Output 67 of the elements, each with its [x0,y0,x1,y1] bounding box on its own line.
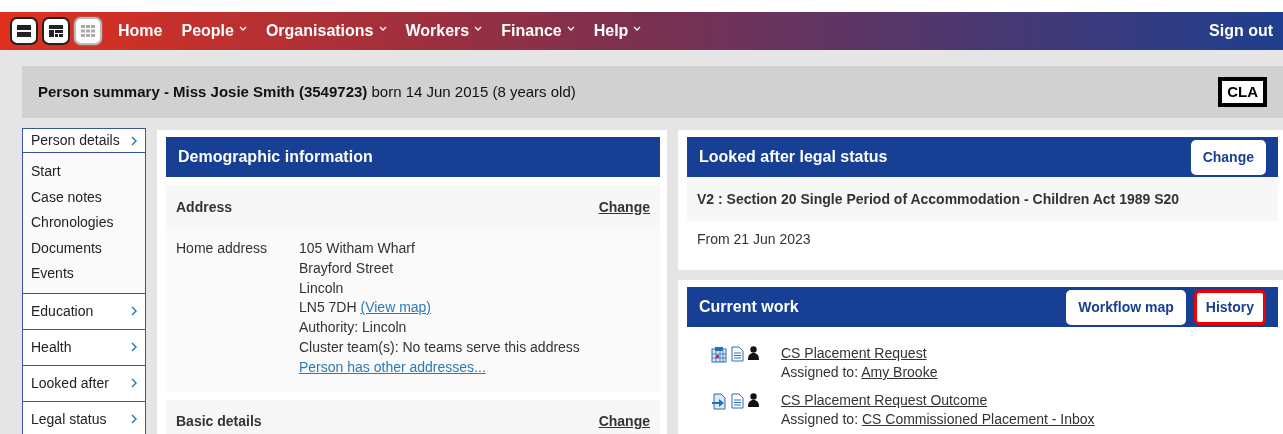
sign-out-link[interactable]: Sign out [1209,19,1273,43]
work-item-link[interactable]: CS Placement Request [781,345,927,361]
sidebar-item[interactable]: Start [31,159,137,185]
sidebar-item[interactable]: Documents [31,235,137,261]
chevron-right-icon [131,378,137,388]
address-line: Brayford Street [299,258,395,278]
section-title: Address [176,197,233,217]
nav-menu-link[interactable]: Help [593,19,642,43]
person-icon [748,393,759,407]
rows-layout-icon [15,22,33,40]
caret-icon [566,26,575,32]
nav-menu-link[interactable]: Home [118,19,163,43]
calendar-icon [711,346,727,363]
section-title: Basic details [176,412,262,432]
sidebar-section[interactable]: Looked after [22,365,146,402]
caret-icon [474,26,483,32]
assigned-label: Assigned to: [781,364,859,380]
nav-menu-link[interactable]: Finance [501,19,575,43]
chevron-right-icon [131,414,137,424]
address-line: Lincoln [299,278,345,298]
work-item-link[interactable]: CS Placement Request Outcome [781,392,988,408]
layout-button[interactable] [42,17,70,45]
sidebar-section[interactable]: Person details [22,128,146,153]
panels-layout-icon [47,22,65,40]
assignee-link[interactable]: Amy Brooke [861,364,938,380]
address-line: Authority: Lincoln [299,318,408,338]
address-line: Cluster team(s): No teams serve this address [299,338,580,357]
change-link[interactable]: Change [598,196,650,218]
panel-title: Demographic information [178,147,373,167]
nav-menu-link[interactable]: People [181,19,247,43]
change-button[interactable]: Change [1190,139,1266,175]
from-date: From 21 Jun 2023 [697,231,811,247]
caret-icon [633,26,642,32]
grid-layout-icon [79,22,97,40]
person-summary: Person summary - Miss Josie Smith (3549723) born 14 Jun 2015 (8 years old) [38,81,576,102]
panel-button[interactable]: History [1193,289,1266,325]
status-tag: CLA [1218,76,1267,108]
person-icon [748,346,759,360]
chevron-right-icon [131,135,137,146]
sidebar-item[interactable]: Case notes [31,184,137,210]
panel-title: Looked after legal status [699,147,888,167]
nav-menu-link[interactable]: Workers [405,19,483,43]
chevron-right-icon [131,306,137,316]
sidebar-item[interactable]: Events [31,261,137,287]
panel-button[interactable]: Workflow map [1066,289,1186,325]
sidebar-section[interactable]: Legal status [22,401,146,434]
assignee-link[interactable]: CS Commissioned Placement - Inbox [861,411,1095,427]
sidebar-item[interactable]: Chronologies [31,210,137,236]
assigned-label: Assigned to: [781,411,859,427]
document-icon [731,346,744,362]
document-arrow-icon [711,393,727,410]
chevron-right-icon [131,342,137,352]
address-line: 105 Witham Wharf [299,239,416,258]
legal-status-text: V2 : Section 20 Single Period of Accommodation - Children Act 1989 S20 [687,177,1278,221]
document-icon [731,393,744,409]
field-label: Home address [176,239,269,258]
panel-title: Current work [699,297,799,317]
address-line: LN5 7DH [299,299,357,316]
change-link[interactable]: Change [598,411,650,433]
nav-menu-link[interactable]: Organisations [265,19,387,43]
caret-icon [238,26,247,32]
sidebar-section[interactable]: Health [22,329,146,366]
view-map-link[interactable]: (View map) [360,299,432,316]
caret-icon [378,26,387,32]
layout-button[interactable] [10,17,38,45]
other-addresses-link[interactable]: Person has other addresses... [299,358,486,375]
sidebar-section[interactable]: Education [22,293,146,330]
